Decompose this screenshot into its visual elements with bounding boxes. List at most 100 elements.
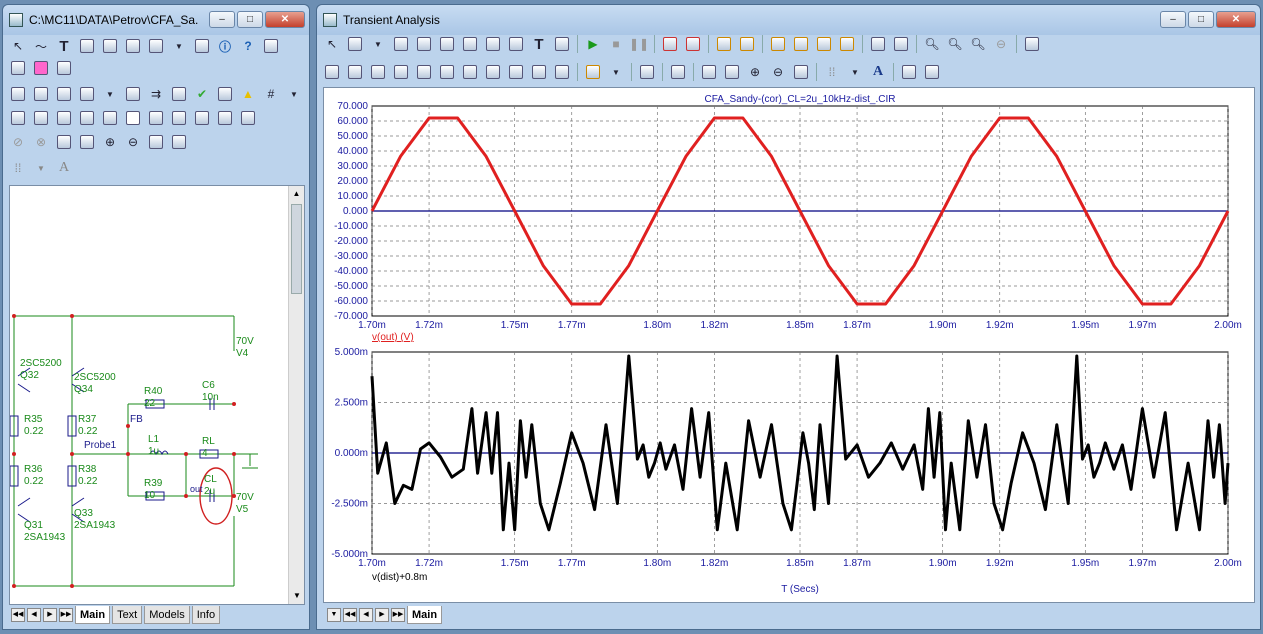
hat-icon[interactable] bbox=[76, 107, 98, 129]
tile-h-icon[interactable] bbox=[790, 33, 812, 55]
page-icon[interactable] bbox=[7, 107, 29, 129]
attribute-text-icon[interactable] bbox=[7, 83, 29, 105]
high-icon[interactable] bbox=[413, 61, 435, 83]
properties-icon[interactable] bbox=[551, 33, 573, 55]
numeric-icon[interactable] bbox=[667, 61, 689, 83]
global-low-icon[interactable] bbox=[505, 61, 527, 83]
zoom-x-icon[interactable]: 🔍︎ bbox=[921, 33, 943, 55]
plot-area[interactable]: 1.70m 1.72m 1.75m 1.77m 1.80m 1.82m 1.85m 1.87m… bbox=[323, 87, 1255, 603]
box-icon[interactable] bbox=[99, 107, 121, 129]
zoom-auto-icon[interactable]: 🔍︎ bbox=[967, 33, 989, 55]
select-tool-icon[interactable]: ↖ bbox=[321, 33, 343, 55]
grid-small-icon[interactable]: ⁞⁞ bbox=[7, 157, 29, 179]
graph-icon[interactable] bbox=[413, 33, 435, 55]
tile-v-icon[interactable] bbox=[767, 33, 789, 55]
clipboard-icon[interactable] bbox=[582, 61, 604, 83]
check-icon[interactable]: ✔ bbox=[191, 83, 213, 105]
dropdown-arrow-icon[interactable]: ▼ bbox=[99, 83, 121, 105]
node-numbers-icon[interactable] bbox=[53, 83, 75, 105]
component-tool-icon[interactable] bbox=[122, 35, 144, 57]
cursor-next-icon[interactable] bbox=[321, 61, 343, 83]
formula-icon[interactable] bbox=[505, 33, 527, 55]
tab-info[interactable]: Info bbox=[191, 606, 221, 624]
mirror-icon[interactable] bbox=[168, 107, 190, 129]
wave-icon[interactable] bbox=[30, 83, 52, 105]
prev-tab-icon[interactable]: ◀ bbox=[359, 608, 373, 622]
dropdown-arrow-icon[interactable]: ▼ bbox=[168, 35, 190, 57]
data-points-icon[interactable] bbox=[736, 33, 758, 55]
tile-4-icon[interactable] bbox=[836, 33, 858, 55]
edit-icon[interactable] bbox=[7, 57, 29, 79]
text-tool-icon[interactable]: T bbox=[528, 33, 550, 55]
tabmenu-icon[interactable]: ▼ bbox=[327, 608, 341, 622]
schematic-scrollbar[interactable]: ▲ ▼ bbox=[288, 186, 304, 604]
help-icon[interactable]: ? bbox=[237, 35, 259, 57]
list-icon[interactable] bbox=[30, 57, 52, 79]
stepping-icon[interactable] bbox=[659, 33, 681, 55]
flip-icon[interactable] bbox=[191, 107, 213, 129]
current-icon[interactable]: ⇉ bbox=[145, 83, 167, 105]
close-button[interactable]: ✕ bbox=[1216, 11, 1256, 28]
probe-tool-icon[interactable] bbox=[191, 35, 213, 57]
last-tab-icon[interactable]: ▶▶ bbox=[391, 608, 405, 622]
rotate-icon[interactable] bbox=[145, 107, 167, 129]
cancel-icon[interactable]: ⊗ bbox=[30, 131, 52, 153]
inflection-icon[interactable] bbox=[459, 61, 481, 83]
next-tab-icon[interactable]: ▶ bbox=[375, 608, 389, 622]
minimize-button[interactable]: – bbox=[209, 11, 235, 28]
dropdown-arrow-icon[interactable]: ▼ bbox=[605, 61, 627, 83]
zoom-box-icon[interactable] bbox=[390, 33, 412, 55]
valley-icon[interactable] bbox=[390, 61, 412, 83]
copy-icon[interactable] bbox=[898, 61, 920, 83]
stepping-off-icon[interactable] bbox=[682, 33, 704, 55]
zoom-out-icon[interactable]: ⊖ bbox=[767, 61, 789, 83]
font-icon[interactable]: A bbox=[867, 61, 889, 83]
print-icon[interactable] bbox=[168, 131, 190, 153]
tab-models[interactable]: Models bbox=[144, 606, 190, 624]
stop-icon[interactable]: ■ bbox=[605, 33, 627, 55]
dropdown-arrow-icon[interactable]: ▼ bbox=[30, 157, 52, 179]
zoom-out-icon[interactable]: ⊖ bbox=[122, 131, 144, 153]
power-icon[interactable] bbox=[168, 83, 190, 105]
cursor-prev-icon[interactable] bbox=[344, 61, 366, 83]
peak-icon[interactable] bbox=[367, 61, 389, 83]
notes-icon[interactable] bbox=[1021, 33, 1043, 55]
pin-icon[interactable] bbox=[214, 83, 236, 105]
tab-main[interactable]: Main bbox=[75, 606, 111, 624]
tangent-icon[interactable] bbox=[459, 33, 481, 55]
close-button[interactable]: ✕ bbox=[265, 11, 305, 28]
pen-tool-icon[interactable] bbox=[76, 35, 98, 57]
first-tab-icon[interactable]: ◀◀ bbox=[11, 608, 25, 622]
zoom-in-icon[interactable]: ⊕ bbox=[744, 61, 766, 83]
wire-mode-icon[interactable] bbox=[53, 107, 75, 129]
square-icon[interactable] bbox=[122, 107, 144, 129]
first-tab-icon[interactable]: ◀◀ bbox=[343, 608, 357, 622]
line-tool-icon[interactable] bbox=[436, 33, 458, 55]
scroll-up-icon[interactable]: ▲ bbox=[289, 186, 304, 202]
next-tab-icon[interactable]: ▶ bbox=[43, 608, 57, 622]
tab-main[interactable]: Main bbox=[407, 606, 443, 624]
scale-tool-icon[interactable] bbox=[344, 33, 366, 55]
scroll-thumb[interactable] bbox=[291, 204, 302, 294]
minimize-button[interactable]: – bbox=[1160, 11, 1186, 28]
zoom-in-icon[interactable]: ⊕ bbox=[99, 131, 121, 153]
fit-x-icon[interactable] bbox=[698, 61, 720, 83]
paste-icon[interactable] bbox=[921, 61, 943, 83]
network-icon[interactable] bbox=[260, 35, 282, 57]
paste-icon[interactable] bbox=[76, 131, 98, 153]
run-icon[interactable]: ▶ bbox=[582, 33, 604, 55]
top-icon[interactable] bbox=[528, 61, 550, 83]
page-icon[interactable] bbox=[636, 61, 658, 83]
bottom-icon[interactable] bbox=[551, 61, 573, 83]
grid-small-icon[interactable]: ⁞⁞ bbox=[821, 61, 843, 83]
brush-tool-icon[interactable] bbox=[99, 35, 121, 57]
dropdown-arrow-icon[interactable]: ▼ bbox=[844, 61, 866, 83]
page2-icon[interactable] bbox=[30, 107, 52, 129]
zoom-full-icon[interactable] bbox=[790, 61, 812, 83]
voltage-icon[interactable] bbox=[122, 83, 144, 105]
split-h-icon[interactable] bbox=[867, 33, 889, 55]
info-icon[interactable]: ⓘ bbox=[214, 35, 236, 57]
schematic-titlebar[interactable]: C:\MC11\DATA\Petrov\CFA_Sa... – □ ✕ bbox=[3, 5, 309, 35]
font-icon[interactable]: A bbox=[53, 157, 75, 179]
tab-text[interactable]: Text bbox=[112, 606, 143, 624]
